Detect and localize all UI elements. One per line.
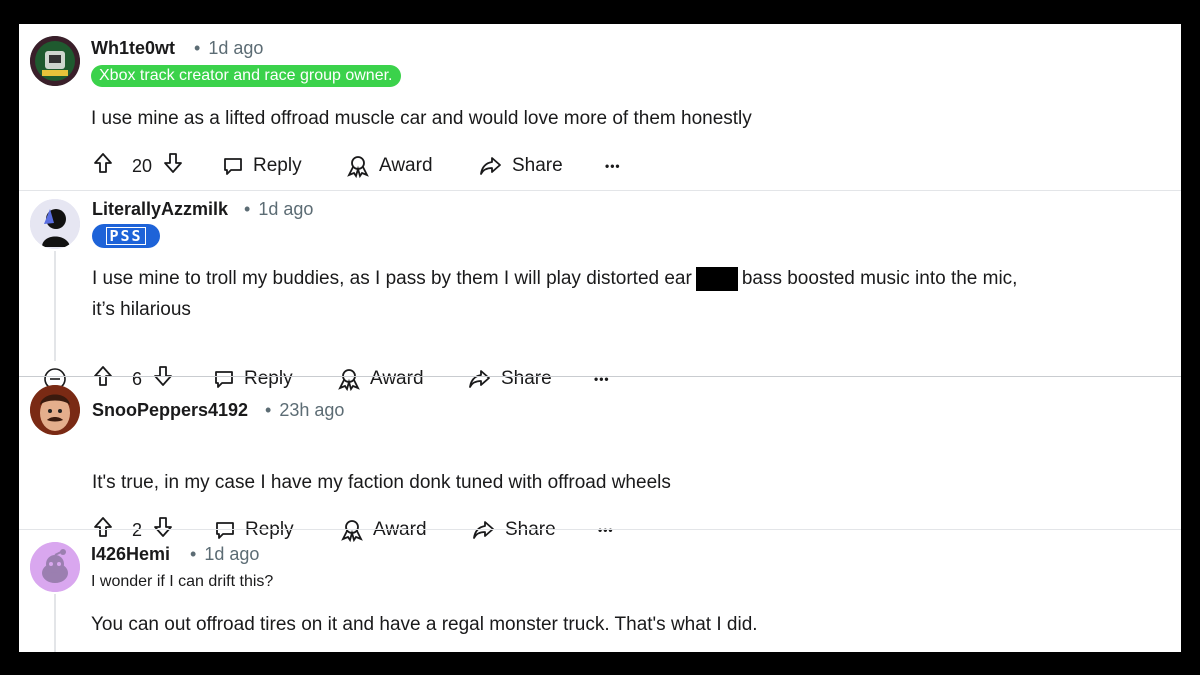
comment-body: I use mine as a lifted offroad muscle ca… <box>91 108 752 129</box>
award-icon <box>347 156 369 178</box>
user-flair: Xbox track creator and race group owner. <box>91 65 401 87</box>
more-options-button[interactable]: ••• <box>605 151 621 181</box>
reply-label: Reply <box>253 155 302 176</box>
comment: LiterallyAzzmilk • 1d ago PSS I use mine … <box>19 191 1181 391</box>
share-icon <box>480 157 501 175</box>
avatar[interactable] <box>30 199 80 249</box>
comment-body: It's true, in my case I have my faction … <box>92 472 671 493</box>
username[interactable]: LiterallyAzzmilk <box>92 199 228 220</box>
timestamp: 23h ago <box>279 400 345 420</box>
award-button[interactable]: Award <box>345 151 433 181</box>
comment-meta: • 1d ago <box>190 544 260 564</box>
share-button[interactable]: Share <box>478 151 563 181</box>
avatar[interactable] <box>30 385 80 435</box>
award-label: Award <box>379 155 433 176</box>
username[interactable]: I426Hemi <box>91 544 170 565</box>
username[interactable]: Wh1te0wt <box>91 38 175 59</box>
downvote-icon[interactable] <box>161 151 193 181</box>
comment-body: You can out offroad tires on it and have… <box>91 614 758 635</box>
timestamp: 1d ago <box>204 544 260 564</box>
redaction-block <box>695 266 738 291</box>
avatar[interactable] <box>30 542 80 592</box>
comment: I426Hemi • 1d ago I wonder if I can drift… <box>19 530 1181 652</box>
vote-group: 20 <box>91 151 193 181</box>
comment-meta: • 1d ago <box>244 199 314 219</box>
comment-meta: • 23h ago <box>265 400 345 420</box>
comment-thread: Wh1te0wt • 1d ago Xbox track creator and … <box>19 24 1181 652</box>
comment: SnooPeppers4192 • 23h ago It's true, in m… <box>19 377 1181 542</box>
comment: Wh1te0wt • 1d ago Xbox track creator and … <box>19 24 1181 190</box>
vote-score: 20 <box>132 155 153 176</box>
avatar[interactable] <box>30 36 80 86</box>
thread-line <box>54 251 56 361</box>
share-label: Share <box>512 155 563 176</box>
username[interactable]: SnooPeppers4192 <box>92 400 248 421</box>
reply-button[interactable]: Reply <box>221 151 302 181</box>
comment-body: I use mine to troll my buddies, as I pas… <box>92 266 1018 320</box>
upvote-icon[interactable] <box>91 151 123 181</box>
user-flair: I wonder if I can drift this? <box>91 573 274 590</box>
flair-label: PSS <box>106 227 146 245</box>
thread-line <box>54 594 56 652</box>
user-flair-badge: PSS <box>92 224 160 248</box>
comment-actions: 20 Reply Award Share ••• <box>91 151 691 181</box>
timestamp: 1d ago <box>208 38 264 58</box>
timestamp: 1d ago <box>258 199 314 219</box>
comment-meta: • 1d ago <box>194 38 264 58</box>
reply-icon <box>224 158 242 175</box>
